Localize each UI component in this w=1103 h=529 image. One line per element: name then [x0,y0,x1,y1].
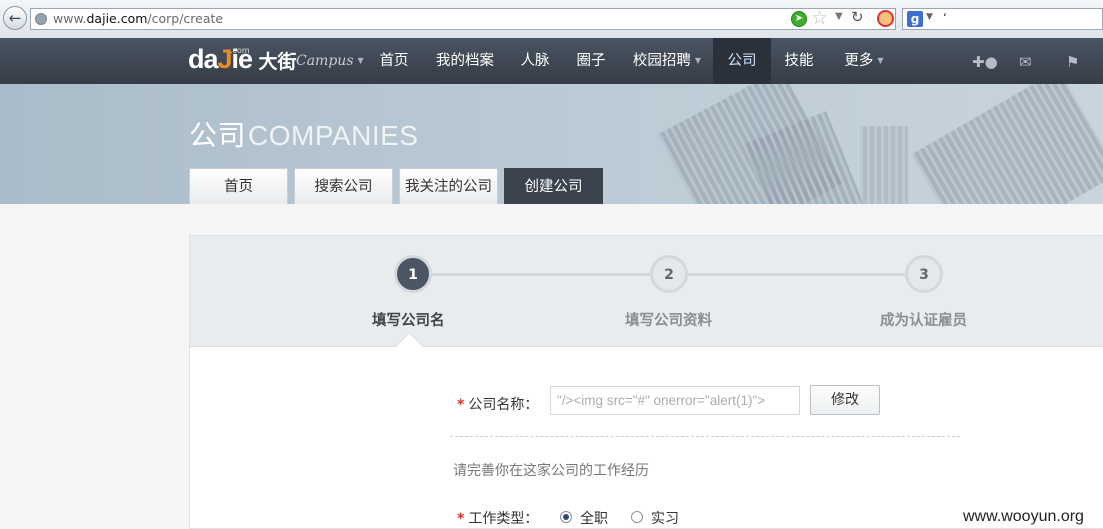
required-mark: * [457,511,465,527]
company-banner: 公司COMPANIES 首页 搜索公司 我关注的公司 创建公司 [0,84,1103,204]
search-input-value: ‘ [943,11,947,25]
step-1-label: 填写公司名 [372,313,445,329]
mail-icon[interactable]: ✉ [1019,53,1032,71]
block-script-icon[interactable] [877,10,894,27]
browser-toolbar: ← www.dajie.com/corp/create ➤ ☆ ▼ ↻ g ▼ … [0,0,1103,39]
work-type-label: * 工作类型： [457,508,538,528]
dajie-logo[interactable]: daJie .com 大街 Campus ▼ [188,44,364,75]
go-arrow-icon[interactable]: ➤ [791,11,807,27]
bookmark-star-icon[interactable]: ☆ [811,7,828,29]
create-company-panel: 1 2 3 填写公司名 填写公司资料 成为认证雇员 * 公司名称： "/><img… [189,235,1103,529]
chevron-down-icon: ▼ [877,56,884,65]
url-prefix: www. [53,11,87,26]
modify-button[interactable]: 修改 [810,385,880,415]
step-connector [431,273,653,276]
step-number: 1 [408,267,418,283]
divider [450,436,960,437]
nav-item-label: 更多 [844,53,874,69]
tab-label: 创建公司 [524,179,583,195]
url-path: /corp/create [147,11,224,26]
logo-da: da [188,44,218,74]
site-nav: daJie .com 大街 Campus ▼ 首页 我的档案 人脉 圈子 校园招聘… [0,38,1103,84]
nav-item-more[interactable]: 更多 ▼ [834,38,894,84]
nav-item-campus-recruit[interactable]: 校园招聘 ▼ [626,38,708,84]
back-arrow-icon[interactable]: ← [3,6,27,30]
reload-icon[interactable]: ↻ [851,8,864,26]
search-engine-caret-icon[interactable]: ▼ [926,12,933,22]
step-number: 2 [664,267,674,283]
add-friend-icon[interactable]: ✚● [972,53,998,71]
radio-internship-label[interactable]: 实习 [651,508,679,528]
nav-item-circles[interactable]: 圈子 [568,38,614,84]
tab-label: 搜索公司 [314,179,373,195]
nav-item-label: 首页 [379,53,409,69]
logo-cn: 大街 [258,51,297,73]
google-search-icon[interactable]: g [907,11,923,27]
page-title-en: COMPANIES [248,120,419,151]
watermark: www.wooyun.org [963,508,1084,525]
step-2-circle: 2 [650,255,688,293]
tab-label: 首页 [224,179,253,195]
nav-item-label: 公司 [727,53,757,69]
url-text: www.dajie.com/corp/create [53,11,223,26]
step-3-circle: 3 [905,255,943,293]
nav-item-company[interactable]: 公司 [713,38,771,84]
campus-menu[interactable]: Campus ▼ [296,53,364,69]
address-bar[interactable]: www.dajie.com/corp/create [30,8,896,30]
work-experience-hint: 请完善你在这家公司的工作经历 [453,463,649,479]
page-title-cn: 公司 [189,119,247,152]
tab-followed-companies[interactable]: 我关注的公司 [399,168,498,204]
building-graphic [911,84,1103,204]
campus-label: Campus [296,53,354,69]
radio-internship[interactable] [631,511,643,523]
work-type-label-text: 工作类型： [468,511,539,527]
company-name-label: * 公司名称： [457,394,538,414]
step-3-label: 成为认证雇员 [880,313,967,329]
tab-search-company[interactable]: 搜索公司 [294,168,393,204]
flag-icon[interactable]: ⚑ [1066,53,1079,71]
nav-item-label: 校园招聘 [632,53,691,69]
nav-item-home[interactable]: 首页 [370,38,418,84]
search-bar[interactable]: g ▼ ‘ [902,8,1103,30]
building-graphic [860,126,908,204]
logo-com: .com [230,46,250,55]
step-number: 3 [919,267,929,283]
nav-item-label: 人脉 [520,53,550,69]
step-2-label: 填写公司资料 [625,313,712,329]
radio-fulltime[interactable] [560,511,572,523]
history-dropdown-icon[interactable]: ▼ [835,11,843,22]
step-1-circle: 1 [394,255,432,293]
radio-fulltime-label[interactable]: 全职 [580,508,608,528]
tab-create-company[interactable]: 创建公司 [504,168,603,204]
required-mark: * [457,397,465,413]
tab-label: 我关注的公司 [405,179,492,195]
url-domain: dajie.com [86,11,148,26]
nav-item-profile[interactable]: 我的档案 [430,38,500,84]
nav-item-label: 圈子 [576,53,606,69]
nav-item-contacts[interactable]: 人脉 [512,38,558,84]
page-title: 公司COMPANIES [189,114,418,154]
company-name-input[interactable]: "/><img src="#" onerror="alert(1)"> [550,386,800,415]
nav-item-label: 技能 [784,53,814,69]
nav-item-skills[interactable]: 技能 [776,38,822,84]
nav-item-label: 我的档案 [436,53,494,69]
step-progress: 1 2 3 填写公司名 填写公司资料 成为认证雇员 [190,236,1103,347]
company-name-label-text: 公司名称： [468,397,539,413]
globe-icon [35,13,47,25]
step-connector [687,273,907,276]
tab-company-home[interactable]: 首页 [189,168,288,204]
chevron-down-icon: ▼ [694,56,702,65]
chevron-down-icon: ▼ [357,56,364,65]
